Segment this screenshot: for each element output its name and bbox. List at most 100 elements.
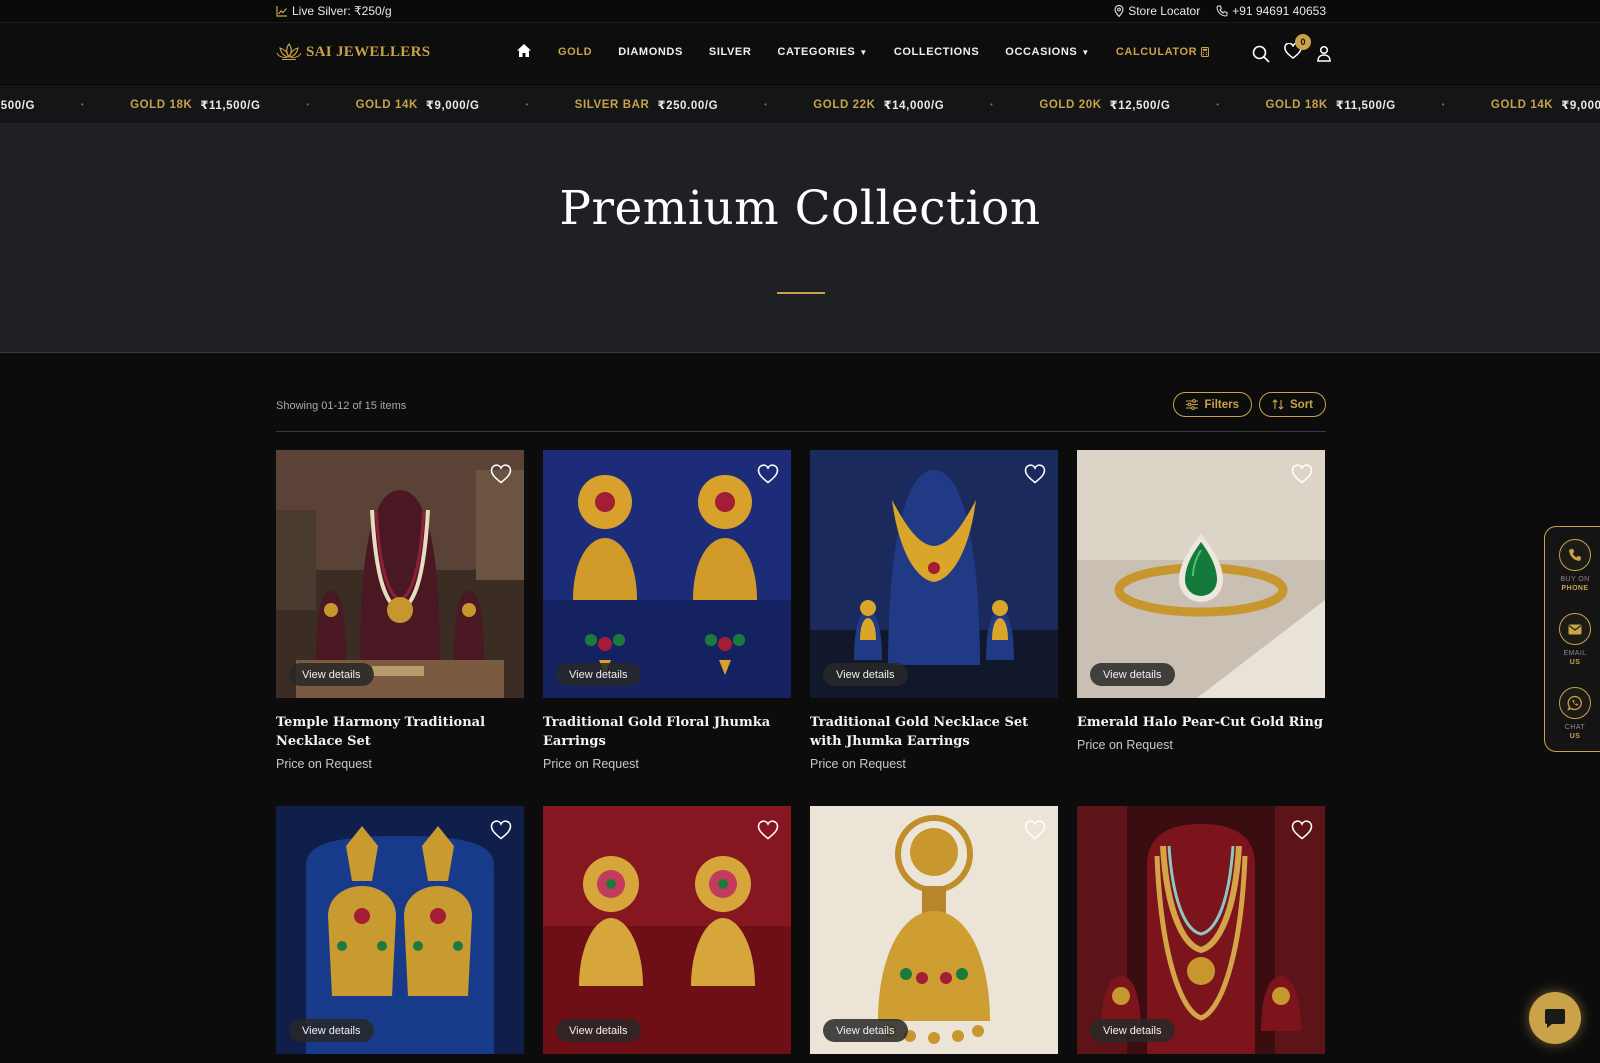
caret-down-icon: ▼ (1081, 47, 1090, 57)
chat-label-bottom: US (1569, 733, 1581, 740)
buy-on-phone-button[interactable]: BUY ON PHONE (1545, 539, 1600, 593)
ticker-rate: ₹250.00/G (657, 100, 719, 112)
ticker-item: GOLD 20K₹12,500/G• (1039, 98, 1219, 112)
title-divider (777, 292, 825, 294)
product-image[interactable]: View details (810, 450, 1058, 698)
nav-categories-label: CATEGORIES (777, 45, 856, 58)
filters-button[interactable]: Filters (1173, 392, 1252, 417)
email-label: EMAIL US (1545, 649, 1600, 667)
product-image[interactable]: View details (276, 806, 524, 1054)
ticker-separator: • (990, 101, 994, 109)
lotus-logo-icon (276, 43, 302, 60)
ticker-item: GOLD 18K ₹11,500/G • (130, 98, 309, 112)
nav-categories[interactable]: CATEGORIES ▼ (777, 46, 867, 58)
ticker-metal: GOLD 14K (1490, 99, 1554, 111)
view-details-button[interactable]: View details (289, 663, 374, 686)
phone-icon (1569, 549, 1581, 561)
ticker-metal: SILVER BAR (574, 99, 650, 111)
view-details-button[interactable]: View details (556, 1019, 641, 1042)
whatsapp-circle (1559, 687, 1591, 719)
heart-icon[interactable] (1291, 464, 1313, 484)
ticker-rate: ₹11,500/G (200, 100, 261, 112)
product-card[interactable]: View details Traditional Gold Necklace S… (810, 450, 1058, 771)
whatsapp-icon (1567, 695, 1582, 711)
ticker-metal: GOLD 14K (355, 99, 418, 111)
chat-widget-button[interactable] (1529, 992, 1581, 1044)
main-header: SAI JEWELLERS GOLD DIAMONDS SILVER CATEG… (0, 23, 1600, 87)
product-image[interactable]: View details (543, 806, 791, 1054)
ticker-rate: ₹11,500/G (1335, 100, 1396, 112)
product-card[interactable]: View details (543, 806, 791, 1054)
email-label-bottom: US (1569, 659, 1581, 666)
nav-diamonds[interactable]: DIAMONDS (618, 46, 683, 58)
product-photo (810, 806, 1058, 1054)
product-card[interactable]: View details Temple Harmony Traditional … (276, 450, 524, 771)
product-title[interactable]: Traditional Gold Floral Jhumka Earrings (543, 713, 791, 751)
caret-down-icon: ▼ (859, 47, 868, 57)
product-photo (810, 450, 1058, 698)
product-card[interactable]: View details Emerald Halo Pear-Cut Gold … (1077, 450, 1325, 752)
email-us-button[interactable]: EMAIL US (1545, 613, 1600, 667)
filters-label: Filters (1204, 398, 1239, 411)
view-details-button[interactable]: View details (556, 663, 641, 686)
nav-silver[interactable]: SILVER (709, 46, 752, 58)
site-logo[interactable]: SAI JEWELLERS (276, 43, 430, 61)
ticker-metal: GOLD 20K (1039, 99, 1102, 111)
user-icon[interactable] (1316, 45, 1332, 62)
view-details-button[interactable]: View details (823, 663, 908, 686)
envelope-icon (1568, 624, 1582, 634)
ticker-rate: ₹12,500/G (1109, 100, 1171, 112)
product-image[interactable]: View details (543, 450, 791, 698)
product-image[interactable]: View details (276, 450, 524, 698)
product-price: Price on Request (1077, 738, 1173, 752)
product-image[interactable]: View details (1077, 450, 1325, 698)
nav-occasions[interactable]: OCCASIONS ▼ (1005, 46, 1090, 58)
product-photo (543, 806, 791, 1054)
product-image[interactable]: View details (810, 806, 1058, 1054)
logo-text: SAI JEWELLERS (306, 43, 431, 60)
chat-us-button[interactable]: CHAT US (1545, 687, 1600, 741)
product-title[interactable]: Temple Harmony Traditional Necklace Set (276, 713, 524, 751)
wishlist-button[interactable]: 0 (1284, 34, 1311, 64)
product-title[interactable]: Emerald Halo Pear-Cut Gold Ring (1077, 713, 1325, 732)
nav-gold[interactable]: GOLD (558, 46, 592, 58)
phone-link[interactable]: +91 94691 40653 (1216, 4, 1326, 18)
product-card[interactable]: View details (276, 806, 524, 1054)
search-icon[interactable] (1252, 45, 1270, 63)
heart-icon[interactable] (1291, 820, 1313, 840)
calculator-icon (1201, 46, 1210, 57)
heart-icon[interactable] (490, 820, 512, 840)
heart-icon[interactable] (757, 820, 779, 840)
product-price: Price on Request (543, 757, 639, 771)
product-image[interactable]: View details (1077, 806, 1325, 1054)
product-photo (543, 450, 791, 698)
ticker-item: SILVER BAR ₹250.00/G • (575, 98, 768, 112)
product-card[interactable]: View details (810, 806, 1058, 1054)
nav-calculator[interactable]: CALCULATOR (1115, 45, 1210, 58)
ticker-item: GOLD 20K₹12,500/G• (0, 98, 84, 112)
sort-button[interactable]: Sort (1259, 392, 1326, 417)
email-label-top: EMAIL (1563, 650, 1587, 657)
heart-icon[interactable] (490, 464, 512, 484)
heart-icon[interactable] (1024, 464, 1046, 484)
phone-label: BUY ON PHONE (1545, 575, 1600, 593)
ticker-rate: ₹9,000/G (1561, 100, 1600, 112)
ticker-item: GOLD 14K ₹9,000/G • (356, 98, 529, 112)
heart-icon[interactable] (1024, 820, 1046, 840)
product-card[interactable]: View details Traditional Gold Floral Jhu… (543, 450, 791, 771)
price-ticker: GOLD 20K₹12,500/G•GOLD 18K₹11,500/G•GOLD… (0, 88, 1600, 123)
product-photo (1077, 450, 1325, 698)
live-silver-rate: Live Silver: ₹250/g (276, 4, 392, 18)
view-details-button[interactable]: View details (1090, 663, 1175, 686)
nav-collections[interactable]: COLLECTIONS (894, 46, 979, 58)
view-details-button[interactable]: View details (289, 1019, 374, 1042)
heart-icon[interactable] (757, 464, 779, 484)
view-details-button[interactable]: View details (1090, 1019, 1175, 1042)
store-locator-link[interactable]: Store Locator (1114, 4, 1200, 18)
home-icon[interactable] (516, 43, 532, 58)
nav-calculator-label: CALCULATOR (1115, 45, 1198, 58)
product-card[interactable]: View details (1077, 806, 1325, 1054)
product-title[interactable]: Traditional Gold Necklace Set with Jhumk… (810, 713, 1058, 751)
view-details-button[interactable]: View details (823, 1019, 908, 1042)
ticker-item: GOLD 18K ₹11,500/G • (1265, 98, 1444, 112)
